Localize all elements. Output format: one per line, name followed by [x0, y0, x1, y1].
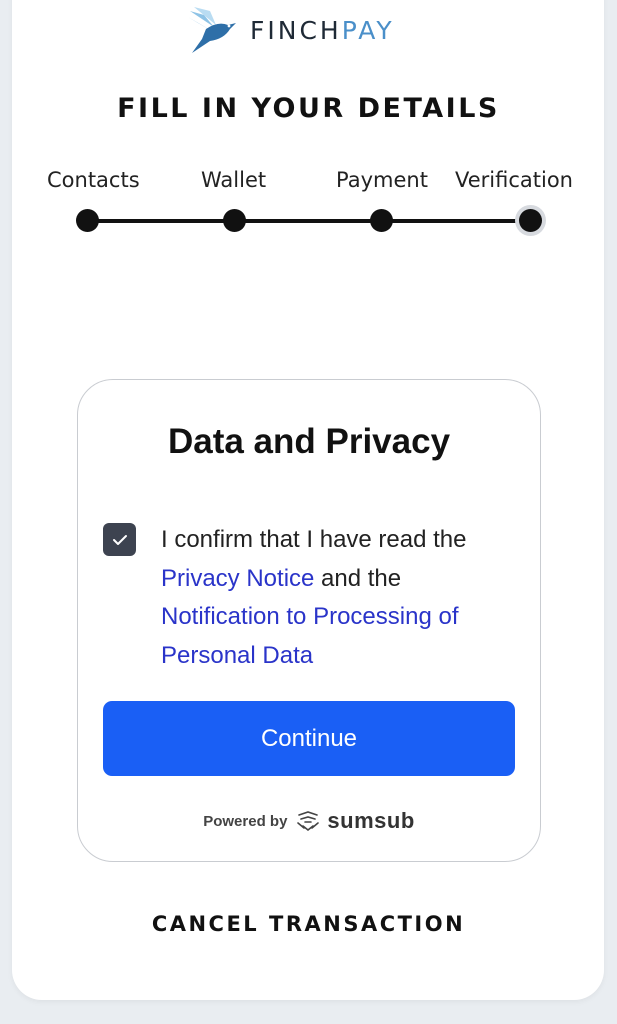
continue-button[interactable]: Continue [103, 701, 515, 776]
consent-prefix: I confirm that I have read the [161, 526, 467, 553]
step-label-contacts: Contacts [47, 168, 140, 192]
sumsub-logo-icon [297, 811, 320, 831]
consent-text: I confirm that I have read the Privacy N… [161, 521, 521, 675]
step-dot-payment [370, 209, 393, 232]
processing-notification-link[interactable]: Notification to Processing of Personal D… [161, 603, 458, 669]
logo-wordmark: FINCHPAY [250, 15, 395, 45]
step-label-payment: Payment [336, 168, 428, 192]
powered-by-label: Powered by [203, 812, 288, 830]
cancel-transaction-button[interactable]: CANCEL TRANSACTION [0, 912, 617, 936]
stepper-labels: Contacts Wallet Payment Verification [0, 168, 617, 198]
privacy-title: Data and Privacy [167, 422, 451, 461]
finchpay-logo: FINCHPAY [184, 4, 395, 56]
step-dot-contacts [76, 209, 99, 232]
finch-bird-icon [188, 7, 236, 53]
checkmark-icon [112, 534, 127, 545]
powered-by: Powered by sumsub [78, 808, 540, 834]
step-label-verification: Verification [455, 168, 573, 192]
powered-by-brand: sumsub [327, 808, 415, 833]
consent-middle: and the [314, 564, 402, 592]
step-dot-wallet [223, 209, 246, 232]
consent-checkbox[interactable] [103, 523, 136, 556]
data-privacy-card: Data and Privacy I confirm that I have r… [77, 379, 541, 862]
step-dot-verification [519, 209, 542, 232]
page-title: FILL IN YOUR DETAILS [117, 93, 500, 124]
step-label-wallet: Wallet [201, 168, 267, 192]
privacy-notice-link[interactable]: Privacy Notice [161, 565, 314, 592]
stepper-track [86, 219, 531, 223]
